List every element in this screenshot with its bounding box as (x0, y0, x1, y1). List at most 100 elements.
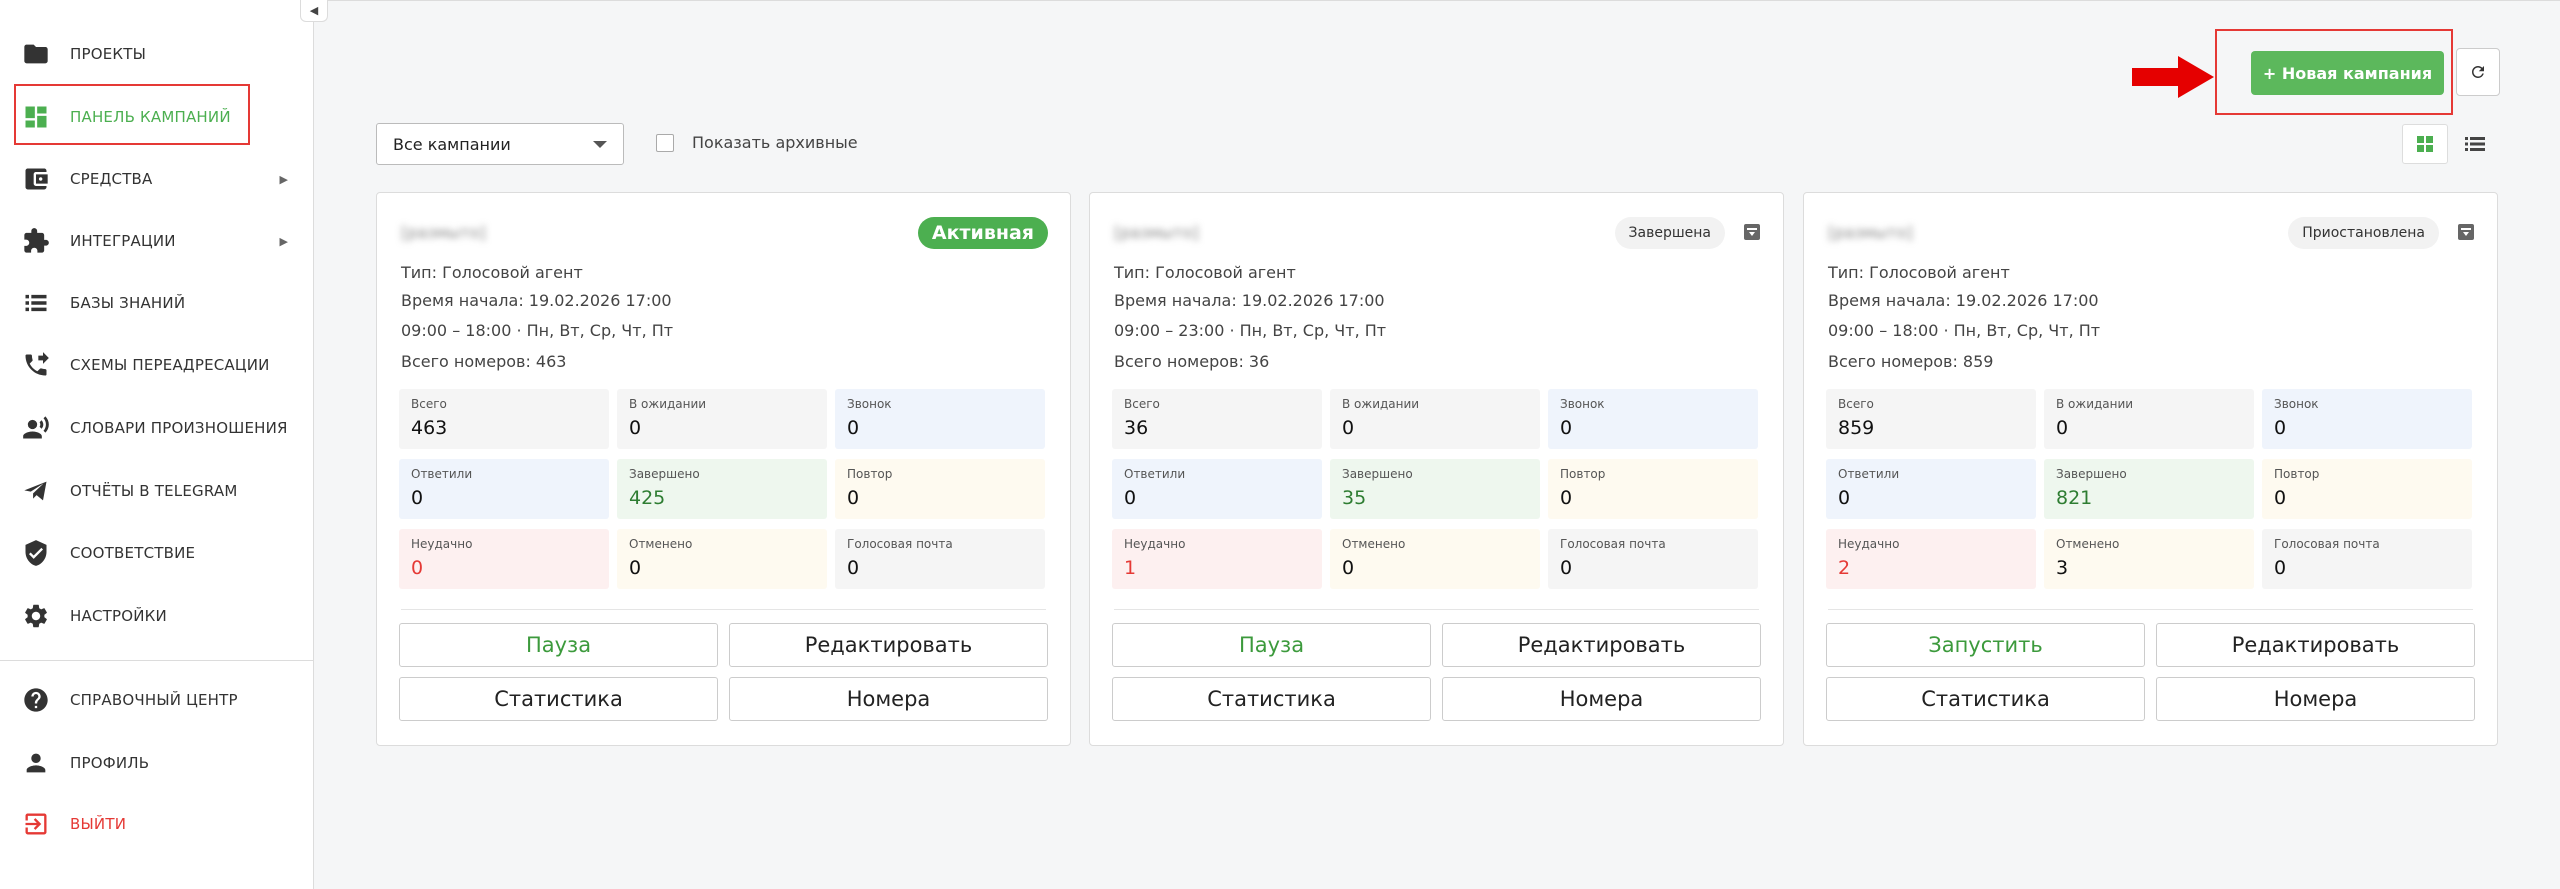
sidebar-item-label: БАЗЫ ЗНАНИЙ (70, 294, 186, 312)
sidebar-item-label: СЛОВАРИ ПРОИЗНОШЕНИЯ (70, 419, 288, 437)
campaign-total-numbers: Всего номеров: 463 (401, 352, 567, 371)
help-icon (22, 686, 50, 714)
stat-value: 0 (2274, 557, 2287, 579)
sidebar-item-help-center[interactable]: СПРАВОЧНЫЙ ЦЕНТР (0, 671, 314, 729)
start-button[interactable]: Запустить (1826, 623, 2145, 667)
stat-total: Всего 463 (399, 389, 609, 449)
stat-label: Всего (1838, 397, 1874, 411)
stat-value: 859 (1838, 417, 1875, 439)
phone-forward-icon (22, 351, 50, 379)
stat-label: Голосовая почта (2274, 537, 2380, 551)
puzzle-icon (22, 227, 50, 255)
numbers-button[interactable]: Номера (1442, 677, 1761, 721)
archive-icon[interactable] (1743, 223, 1761, 241)
sidebar-item-profile[interactable]: ПРОФИЛЬ (0, 734, 314, 792)
telegram-icon (22, 477, 50, 505)
card-divider (1114, 609, 1759, 610)
campaign-filter-select[interactable]: Все кампании (376, 123, 624, 165)
sidebar-item-compliance[interactable]: СООТВЕТСТВИЕ (0, 524, 314, 582)
campaign-card: [размыто] Активная Тип: Голосовой агент … (376, 192, 1071, 746)
grid-icon (2417, 136, 2433, 152)
show-archived-checkbox[interactable] (656, 134, 674, 152)
stat-value: 0 (2056, 417, 2069, 439)
stat-failed: Неудачно 0 (399, 529, 609, 589)
sidebar: ПРОЕКТЫ ПАНЕЛЬ КАМПАНИЙ СРЕДСТВА ▶ ИНТЕГ… (0, 0, 314, 889)
stat-retry: Повтор 0 (2262, 459, 2472, 519)
stat-waiting: В ожидании 0 (1330, 389, 1540, 449)
sidebar-divider (0, 660, 314, 661)
sidebar-item-settings[interactable]: НАСТРОЙКИ (0, 587, 314, 645)
sidebar-item-label: СРЕДСТВА (70, 170, 153, 188)
show-archived-label[interactable]: Показать архивные (692, 133, 858, 152)
sidebar-item-funds[interactable]: СРЕДСТВА ▶ (0, 150, 314, 208)
stat-cancelled: Отменено 0 (617, 529, 827, 589)
sidebar-item-pronunciation-dictionaries[interactable]: СЛОВАРИ ПРОИЗНОШЕНИЯ (0, 399, 314, 457)
stat-label: Повтор (1560, 467, 1606, 481)
statistics-button[interactable]: Статистика (399, 677, 718, 721)
edit-button[interactable]: Редактировать (729, 623, 1048, 667)
sidebar-collapse-button[interactable]: ◀ (300, 0, 328, 22)
campaign-type: Тип: Голосовой агент (401, 263, 583, 282)
stat-label: Повтор (847, 467, 893, 481)
refresh-button[interactable] (2456, 48, 2500, 96)
stat-value: 425 (629, 487, 666, 509)
stat-value: 0 (629, 557, 642, 579)
gear-icon (22, 602, 50, 630)
shield-check-icon (22, 539, 50, 567)
stat-value: 0 (2274, 487, 2287, 509)
campaign-total-numbers: Всего номеров: 36 (1114, 352, 1270, 371)
sidebar-item-label: СХЕМЫ ПЕРЕАДРЕСАЦИИ (70, 356, 270, 374)
status-badge: Завершена (1614, 217, 1725, 249)
campaign-start: Время начала: 19.02.2026 17:00 (1828, 291, 2099, 310)
numbers-button[interactable]: Номера (729, 677, 1048, 721)
stat-value: 0 (411, 487, 424, 509)
sidebar-item-logout[interactable]: ВЫЙТИ (0, 795, 314, 853)
list-icon (2465, 137, 2485, 151)
sidebar-item-knowledge-bases[interactable]: БАЗЫ ЗНАНИЙ (0, 274, 314, 332)
status-badge: Активная (917, 217, 1048, 249)
stat-completed: Завершено 425 (617, 459, 827, 519)
sidebar-item-label: ПРОЕКТЫ (70, 45, 147, 63)
numbers-button[interactable]: Номера (2156, 677, 2475, 721)
voice-user-icon (22, 414, 50, 442)
archive-icon[interactable] (2457, 223, 2475, 241)
sidebar-item-integrations[interactable]: ИНТЕГРАЦИИ ▶ (0, 212, 314, 270)
stat-label: Завершено (2056, 467, 2127, 481)
list-view-button[interactable] (2452, 124, 2498, 164)
stat-voicemail: Голосовая почта 0 (835, 529, 1045, 589)
sidebar-item-forwarding-schemes[interactable]: СХЕМЫ ПЕРЕАДРЕСАЦИИ (0, 336, 314, 394)
sidebar-item-projects[interactable]: ПРОЕКТЫ (0, 25, 314, 83)
edit-button[interactable]: Редактировать (2156, 623, 2475, 667)
stat-label: Звонок (2274, 397, 2319, 411)
stat-waiting: В ожидании 0 (617, 389, 827, 449)
stat-label: Звонок (1560, 397, 1605, 411)
stat-value: 0 (411, 557, 424, 579)
pause-button[interactable]: Пауза (399, 623, 718, 667)
stat-cancelled: Отменено 0 (1330, 529, 1540, 589)
pause-button[interactable]: Пауза (1112, 623, 1431, 667)
stat-voicemail: Голосовая почта 0 (2262, 529, 2472, 589)
new-campaign-button[interactable]: + Новая кампания (2251, 51, 2444, 95)
stat-value: 0 (847, 487, 860, 509)
campaign-schedule: 09:00 – 18:00 · Пн, Вт, Ср, Чт, Пт (1828, 321, 2101, 340)
campaign-schedule: 09:00 – 18:00 · Пн, Вт, Ср, Чт, Пт (401, 321, 674, 340)
card-divider (401, 609, 1046, 610)
statistics-button[interactable]: Статистика (1826, 677, 2145, 721)
statistics-button[interactable]: Статистика (1112, 677, 1431, 721)
stat-answered: Ответили 0 (399, 459, 609, 519)
stat-value: 0 (1342, 557, 1355, 579)
grid-view-button[interactable] (2402, 124, 2448, 164)
stat-label: Отменено (1342, 537, 1406, 551)
stat-label: Всего (411, 397, 447, 411)
stat-value: 0 (629, 417, 642, 439)
stat-total: Всего 859 (1826, 389, 2036, 449)
chevron-right-icon: ▶ (279, 234, 288, 248)
edit-button[interactable]: Редактировать (1442, 623, 1761, 667)
stat-retry: Повтор 0 (835, 459, 1045, 519)
new-campaign-label: + Новая кампания (2262, 63, 2433, 83)
stat-calling: Звонок 0 (1548, 389, 1758, 449)
stat-waiting: В ожидании 0 (2044, 389, 2254, 449)
sidebar-item-telegram-reports[interactable]: ОТЧЁТЫ В TELEGRAM (0, 462, 314, 520)
status-badge: Приостановлена (2288, 217, 2439, 249)
campaign-total-numbers: Всего номеров: 859 (1828, 352, 1994, 371)
